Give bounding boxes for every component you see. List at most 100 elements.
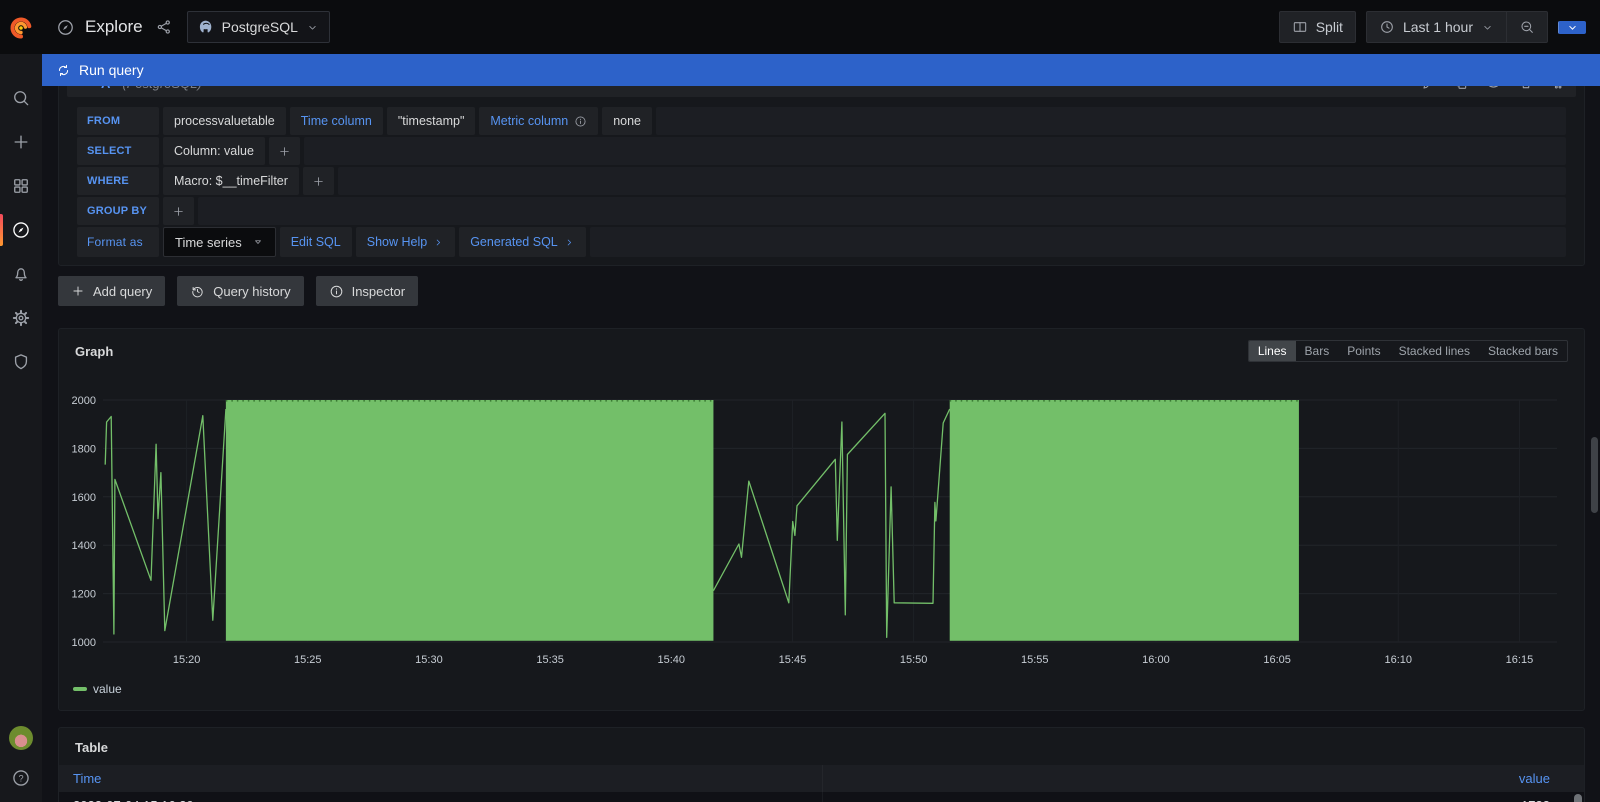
x-axis-tick-label: 16:05 bbox=[1263, 654, 1291, 666]
series-line bbox=[105, 409, 226, 634]
table-body: 2022-07-04 15:16:391733 bbox=[59, 792, 1584, 802]
datasource-picker[interactable]: PostgreSQL bbox=[187, 11, 330, 43]
page-title: Explore bbox=[85, 17, 143, 37]
sidebar-item-server-admin[interactable] bbox=[0, 340, 42, 384]
inspector-button[interactable]: Inspector bbox=[316, 276, 418, 306]
run-query-button[interactable]: Run query bbox=[1558, 21, 1586, 34]
datasource-name: PostgreSQL bbox=[222, 19, 298, 35]
generated-sql-label: Generated SQL bbox=[470, 235, 558, 249]
groupby-add-button[interactable] bbox=[163, 197, 194, 225]
query-actions: Add query Query history Inspector bbox=[58, 276, 1585, 306]
time-column-label[interactable]: Time column bbox=[290, 107, 383, 135]
series-dense-region bbox=[950, 400, 1299, 641]
legend-series-label[interactable]: value bbox=[93, 682, 122, 696]
history-icon bbox=[190, 284, 205, 299]
graph-mode-bars[interactable]: Bars bbox=[1296, 341, 1339, 361]
time-range-label: Last 1 hour bbox=[1403, 19, 1473, 35]
metric-column-value[interactable]: none bbox=[602, 107, 652, 135]
graph-panel: Graph LinesBarsPointsStacked linesStacke… bbox=[58, 328, 1585, 711]
x-axis-tick-label: 15:50 bbox=[900, 654, 928, 666]
table-header-time[interactable]: Time bbox=[59, 771, 822, 786]
run-query-dropdown[interactable] bbox=[1558, 21, 1586, 34]
format-as-label: Format as bbox=[77, 227, 159, 257]
add-query-button[interactable]: Add query bbox=[58, 276, 165, 306]
info-circle-icon bbox=[329, 284, 344, 299]
caret-down-icon bbox=[252, 236, 264, 248]
query-row-where: WHERE Macro: $__timeFilter bbox=[77, 167, 1566, 195]
results-table: Time value 2022-07-04 15:16:391733 bbox=[59, 765, 1584, 802]
sidebar-item-alerting[interactable] bbox=[0, 252, 42, 296]
search-icon bbox=[11, 88, 31, 108]
page-scrollbar[interactable] bbox=[1591, 437, 1598, 513]
y-axis-tick-label: 1800 bbox=[72, 443, 96, 455]
help-icon[interactable]: ? bbox=[11, 768, 31, 788]
graph-chart-area[interactable]: 10001200140016001800200015:2015:2515:301… bbox=[59, 370, 1584, 682]
select-column-segment[interactable]: Column: value bbox=[163, 137, 265, 165]
show-help-button[interactable]: Show Help bbox=[356, 227, 455, 257]
graph-canvas[interactable]: 10001200140016001800200015:2015:2515:301… bbox=[69, 370, 1569, 682]
where-add-button[interactable] bbox=[303, 167, 334, 195]
x-axis-tick-label: 15:25 bbox=[294, 654, 322, 666]
format-as-select[interactable]: Time series bbox=[163, 227, 276, 257]
plus-icon bbox=[11, 132, 31, 152]
query-history-button[interactable]: Query history bbox=[177, 276, 303, 306]
split-label: Split bbox=[1316, 19, 1343, 35]
where-macro-segment[interactable]: Macro: $__timeFilter bbox=[163, 167, 299, 195]
grafana-logo[interactable] bbox=[0, 14, 42, 40]
sidebar-item-dashboards[interactable] bbox=[0, 164, 42, 208]
groupby-keyword[interactable]: GROUP BY bbox=[77, 197, 159, 225]
row-filler bbox=[338, 167, 1566, 195]
time-column-value[interactable]: "timestamp" bbox=[387, 107, 476, 135]
x-axis-tick-label: 16:15 bbox=[1506, 654, 1534, 666]
sidebar-item-search[interactable] bbox=[0, 76, 42, 120]
explore-compass-icon bbox=[56, 18, 75, 37]
x-axis-tick-label: 15:30 bbox=[415, 654, 443, 666]
time-picker-group: Last 1 hour bbox=[1366, 11, 1548, 43]
sidebar-item-create[interactable] bbox=[0, 120, 42, 164]
table-row[interactable]: 2022-07-04 15:16:391733 bbox=[59, 792, 1584, 802]
table-scrollbar[interactable] bbox=[1574, 794, 1582, 802]
show-help-label: Show Help bbox=[367, 235, 427, 249]
query-row-groupby: GROUP BY bbox=[77, 197, 1566, 225]
chevron-down-icon bbox=[306, 21, 319, 34]
split-button[interactable]: Split bbox=[1279, 11, 1356, 43]
format-as-value: Time series bbox=[175, 235, 242, 250]
graph-mode-stacked-bars[interactable]: Stacked bars bbox=[1479, 341, 1567, 361]
select-add-button[interactable] bbox=[269, 137, 300, 165]
select-keyword[interactable]: SELECT bbox=[77, 137, 159, 165]
graph-mode-stacked-lines[interactable]: Stacked lines bbox=[1390, 341, 1479, 361]
query-row-select: SELECT Column: value bbox=[77, 137, 1566, 165]
graph-legend[interactable]: value bbox=[59, 682, 1584, 704]
query-rows: FROM processvaluetable Time column "time… bbox=[77, 107, 1566, 257]
graph-mode-points[interactable]: Points bbox=[1338, 341, 1389, 361]
clock-icon bbox=[1379, 19, 1395, 35]
sidebar: ? bbox=[0, 54, 42, 802]
sidebar-item-configuration[interactable] bbox=[0, 296, 42, 340]
query-editor-panel: A (PostgreSQL) bbox=[58, 60, 1585, 266]
table-cell-time: 2022-07-04 15:16:39 bbox=[59, 798, 822, 802]
share-icon[interactable] bbox=[155, 18, 173, 36]
sidebar-item-explore[interactable] bbox=[0, 208, 42, 252]
main-content: A (PostgreSQL) bbox=[42, 54, 1600, 802]
plus-icon bbox=[71, 284, 85, 298]
time-range-picker[interactable]: Last 1 hour bbox=[1367, 12, 1506, 42]
where-keyword[interactable]: WHERE bbox=[77, 167, 159, 195]
edit-sql-button[interactable]: Edit SQL bbox=[280, 227, 352, 257]
from-table-segment[interactable]: processvaluetable bbox=[163, 107, 286, 135]
table-header-value[interactable]: value bbox=[822, 765, 1585, 792]
graph-mode-group: LinesBarsPointsStacked linesStacked bars bbox=[1248, 340, 1568, 362]
table-panel: Table Time value 2022-07-04 15:16:391733 bbox=[58, 727, 1585, 802]
metric-column-label[interactable]: Metric column bbox=[479, 107, 598, 135]
zoom-out-button[interactable] bbox=[1506, 12, 1547, 42]
apps-icon bbox=[11, 176, 31, 196]
svg-text:?: ? bbox=[18, 773, 23, 783]
table-cell-value: 1733 bbox=[822, 792, 1585, 802]
gear-icon bbox=[11, 308, 31, 328]
x-axis-tick-label: 15:40 bbox=[658, 654, 686, 666]
grafana-explore-page: { "topnav": { "title": "Explore", "datas… bbox=[0, 0, 1600, 802]
generated-sql-button[interactable]: Generated SQL bbox=[459, 227, 586, 257]
graph-mode-lines[interactable]: Lines bbox=[1249, 341, 1296, 361]
from-keyword[interactable]: FROM bbox=[77, 107, 159, 135]
row-filler bbox=[304, 137, 1566, 165]
user-avatar[interactable] bbox=[9, 726, 33, 750]
